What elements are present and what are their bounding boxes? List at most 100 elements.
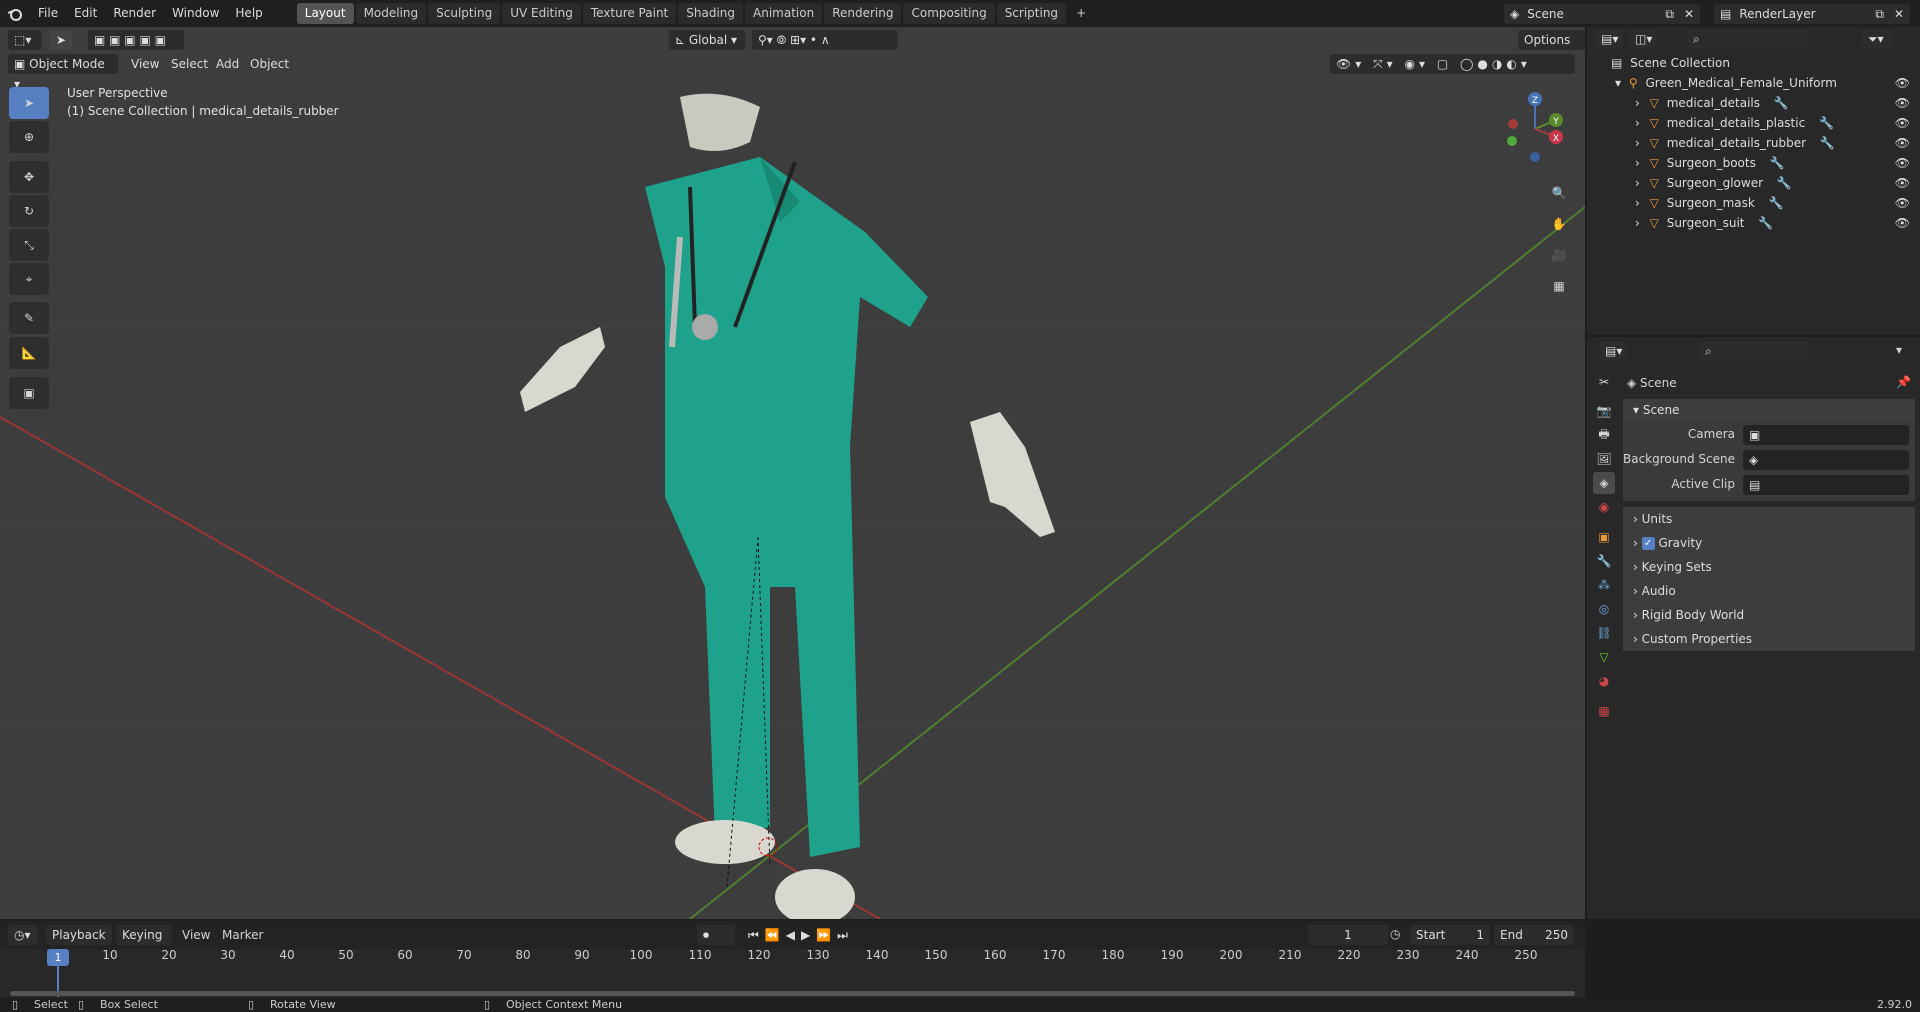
tool-measure[interactable]: 📐 [9, 337, 49, 369]
ortho-toggle-button[interactable]: ▦ [1545, 272, 1573, 300]
tab-uv-editing[interactable]: UV Editing [502, 3, 581, 24]
eye-icon[interactable]: 👁 [1895, 213, 1910, 233]
particles-tab[interactable]: ⁂ [1593, 574, 1615, 596]
mode-dropdown[interactable]: ▣ Object Mode ▾ [8, 54, 118, 91]
overlay-shading-buttons[interactable]: 👁▾ ⤧▾ ◉▾ ▢ ◯●◑◐▾ [1330, 54, 1575, 74]
filter-button[interactable]: ⏷▾ [1862, 29, 1892, 49]
tab-animation[interactable]: Animation [745, 3, 823, 24]
active-clip-field[interactable]: ▤ [1743, 475, 1909, 495]
pin-icon[interactable]: 📌 [1896, 375, 1911, 389]
tool-transform[interactable]: ⌖ [9, 263, 49, 295]
tool-tab[interactable]: ✂ [1593, 371, 1615, 393]
render-tab[interactable]: 📷 [1593, 400, 1615, 422]
eye-icon[interactable]: 👁 [1895, 153, 1910, 173]
chevron-right-icon[interactable]: › [1635, 176, 1640, 190]
scene-tab[interactable]: ◈ [1593, 472, 1615, 494]
tab-compositing[interactable]: Compositing [903, 3, 995, 24]
menu-window[interactable]: Window [164, 0, 227, 27]
tool-move[interactable]: ✥ [9, 161, 49, 193]
chevron-right-icon[interactable]: › [1635, 216, 1640, 230]
close-icon[interactable]: ✕ [1894, 4, 1904, 24]
viewport-menu-add[interactable]: Add [216, 54, 239, 74]
menu-file[interactable]: File [30, 0, 66, 27]
eye-icon[interactable]: 👁 [1895, 73, 1910, 93]
pivot-snap-buttons[interactable]: ⚲▾ ⦾ ⊞▾ • ∧ [752, 30, 898, 50]
tool-annotate[interactable]: ✎ [9, 302, 49, 334]
tool-select-box[interactable]: ➤ [9, 87, 49, 119]
render-layer-selector[interactable]: ▤ RenderLayer ⧉ ✕ [1714, 3, 1910, 24]
camera-field[interactable]: ▣ [1743, 425, 1909, 445]
selection-mode-buttons[interactable]: ▣ ▣ ▣ ▣ ▣ [88, 30, 184, 50]
outliner-editor-type[interactable]: ▤▾ [1595, 29, 1623, 49]
navigation-gizmo[interactable]: Z Y X [1500, 89, 1570, 169]
outliner-row-collection[interactable]: ▾ ⚲ Green_Medical_Female_Uniform 👁 [1587, 73, 1920, 93]
chevron-down-icon[interactable]: ▾ [1615, 76, 1621, 90]
constraints-tab[interactable]: ⛓ [1593, 622, 1615, 644]
tab-modeling[interactable]: Modeling [355, 3, 427, 24]
background-scene-field[interactable]: ◈ [1743, 450, 1909, 470]
tool-cursor[interactable]: ⊕ [9, 121, 49, 153]
add-workspace-button[interactable]: + [1068, 3, 1094, 24]
tool-scale[interactable]: ⤡ [9, 229, 49, 261]
outliner-row-object[interactable]: › ▽ medical_details_rubber 🔧 👁 [1587, 133, 1920, 153]
close-icon[interactable]: ✕ [1684, 4, 1694, 24]
tool-rotate[interactable]: ↻ [9, 195, 49, 227]
3d-viewport[interactable]: ⬚▾ ➤ ▣ ▣ ▣ ▣ ▣ ▣ Object Mode ▾ View Sele… [0, 27, 1585, 919]
scene-selector[interactable]: ◈ Scene ⧉ ✕ [1504, 3, 1700, 24]
editor-type-button[interactable]: ⬚▾ [8, 30, 42, 50]
data-tab[interactable]: ▽ [1593, 646, 1615, 668]
select-tool-button[interactable]: ➤ [50, 30, 73, 50]
object-tab[interactable]: ▣ [1593, 526, 1615, 548]
gravity-subpanel[interactable]: › ✓ Gravity [1623, 531, 1915, 555]
audio-subpanel[interactable]: › Audio [1623, 579, 1915, 603]
physics-tab[interactable]: ◎ [1593, 598, 1615, 620]
outliner-row-object[interactable]: › ▽ Surgeon_mask 🔧 👁 [1587, 193, 1920, 213]
properties-editor-type[interactable]: ▤▾ [1599, 341, 1627, 361]
tab-rendering[interactable]: Rendering [824, 3, 902, 24]
zoom-button[interactable]: 🔍 [1545, 179, 1573, 207]
tab-layout[interactable]: Layout [296, 3, 354, 24]
viewport-menu-view[interactable]: View [131, 54, 159, 74]
gravity-checkbox[interactable]: ✓ [1641, 537, 1655, 550]
properties-search-input[interactable]: ⌕ [1699, 341, 1807, 361]
outliner-row-scene-collection[interactable]: ▤ Scene Collection [1587, 53, 1920, 73]
outliner-row-object[interactable]: › ▽ medical_details_plastic 🔧 👁 [1587, 113, 1920, 133]
rigid-body-world-subpanel[interactable]: › Rigid Body World [1623, 603, 1915, 627]
tab-shading[interactable]: Shading [678, 3, 743, 24]
tool-add-cube[interactable]: ▣ [9, 377, 49, 409]
modifier-tab[interactable]: 🔧 [1593, 550, 1615, 572]
chevron-right-icon[interactable]: › [1635, 136, 1640, 150]
chevron-right-icon[interactable]: › [1635, 196, 1640, 210]
tab-scripting[interactable]: Scripting [996, 3, 1067, 24]
outliner-search-input[interactable]: ⌕ [1687, 29, 1807, 49]
material-tab[interactable]: ◕ [1593, 670, 1615, 692]
chevron-right-icon[interactable]: › [1635, 116, 1640, 130]
camera-view-button[interactable]: 🎥 [1545, 241, 1573, 269]
menu-edit[interactable]: Edit [66, 0, 105, 27]
scene-panel-header[interactable]: ▾ Scene [1623, 399, 1915, 421]
display-mode-dropdown[interactable]: ◫▾ [1629, 29, 1657, 49]
outliner-row-object[interactable]: › ▽ Surgeon_glower 🔧 👁 [1587, 173, 1920, 193]
world-tab[interactable]: ◉ [1593, 496, 1615, 518]
eye-icon[interactable]: 👁 [1895, 113, 1910, 133]
eye-icon[interactable]: 👁 [1895, 173, 1910, 193]
outliner-row-object[interactable]: › ▽ medical_details 🔧 👁 [1587, 93, 1920, 113]
texture-tab[interactable]: ▦ [1593, 700, 1615, 722]
keying-sets-subpanel[interactable]: › Keying Sets [1623, 555, 1915, 579]
blender-logo-icon[interactable] [0, 0, 30, 27]
chevron-right-icon[interactable]: › [1635, 96, 1640, 110]
outliner-row-object[interactable]: › ▽ Surgeon_suit 🔧 👁 [1587, 213, 1920, 233]
chevron-right-icon[interactable]: › [1635, 156, 1640, 170]
outliner-row-object[interactable]: › ▽ Surgeon_boots 🔧 👁 [1587, 153, 1920, 173]
tab-texture-paint[interactable]: Texture Paint [582, 3, 677, 24]
units-subpanel[interactable]: › Units [1623, 507, 1915, 531]
new-scene-icon[interactable]: ⧉ [1665, 4, 1674, 24]
viewport-menu-select[interactable]: Select [171, 54, 208, 74]
timeline-scrollbar[interactable] [10, 991, 1575, 996]
viewport-menu-object[interactable]: Object [250, 54, 289, 74]
chevron-down-icon[interactable]: ▾ [1896, 343, 1902, 357]
options-dropdown[interactable]: Options ▾ [1518, 30, 1585, 67]
eye-icon[interactable]: 👁 [1895, 93, 1910, 113]
output-tab[interactable]: 🖶 [1593, 424, 1615, 446]
transform-orientation-dropdown[interactable]: ⊾ Global ▾ [669, 30, 745, 50]
